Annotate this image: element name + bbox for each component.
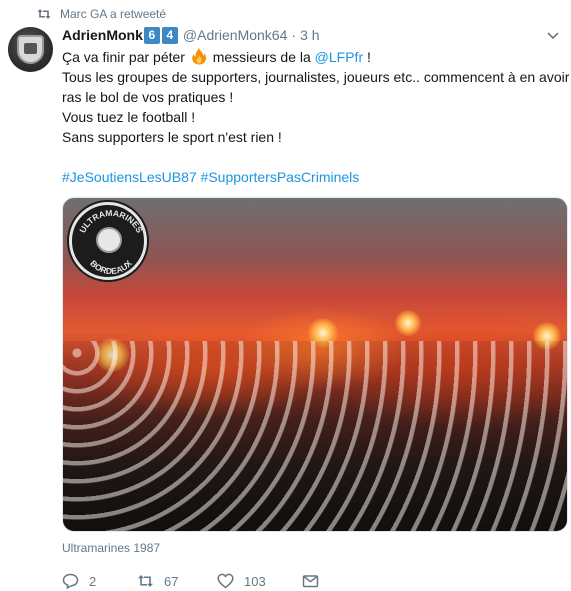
display-name[interactable]: AdrienMonk — [62, 27, 143, 43]
retweet-icon — [138, 575, 153, 587]
tweet-media-image[interactable]: ULTRAMARINES BORDEAUX — [62, 197, 568, 532]
tweet-line: Sans supporters le sport n'est rien ! — [62, 129, 282, 145]
direct-message-button[interactable] — [302, 573, 342, 589]
tweet-text-segment: ! — [363, 49, 371, 65]
crowd-area — [63, 341, 567, 531]
tweet-line: ras le bol de vos pratiques ! — [62, 89, 234, 105]
svg-text:BORDEAUX: BORDEAUX — [88, 258, 134, 276]
retweet-context-text[interactable]: Marc GA a retweeté — [60, 7, 166, 21]
ultramarines-logo: ULTRAMARINES BORDEAUX — [69, 202, 147, 280]
keycap-digit-badge: 6 — [143, 26, 160, 44]
tweet-text: Ça va finir par péter messieurs de la @L… — [62, 47, 570, 187]
tweet-line: Tous les groupes de supporters, journali… — [62, 69, 570, 85]
tweet-line: Ça va finir par péter messieurs de la @L… — [62, 47, 562, 67]
tweet-actions: 2 67 103 — [62, 572, 342, 590]
reply-count: 2 — [89, 573, 97, 589]
tweet-timestamp[interactable]: 3 h — [300, 27, 319, 43]
heart-icon — [217, 573, 234, 589]
avatar-crest — [17, 35, 44, 64]
keycap-digit-badge: 4 — [161, 26, 178, 44]
envelope-icon — [302, 575, 319, 588]
retweet-context: Marc GA a retweeté — [37, 5, 166, 23]
tweet-text-segment: messieurs de la — [208, 49, 315, 65]
flare-light — [395, 310, 421, 336]
mention-link[interactable]: @LFPfr — [315, 49, 363, 65]
retweet-icon — [37, 9, 51, 19]
tweet-line: Vous tuez le football ! — [62, 109, 196, 125]
avatar[interactable] — [8, 27, 53, 72]
like-button[interactable]: 103 — [217, 573, 302, 589]
hashtag-link[interactable]: #JeSoutiensLesUB87 — [62, 169, 197, 185]
tweet-text-segment: Ça va finir par péter — [62, 49, 189, 65]
reply-icon — [62, 573, 79, 589]
chevron-down-icon[interactable] — [547, 30, 559, 42]
fire-icon — [192, 48, 206, 65]
tweet-header: AdrienMonk 6 4 @AdrienMonk64 · 3 h — [62, 25, 541, 45]
tweet-hashtags: #JeSoutiensLesUB87 #SupportersPasCrimine… — [62, 167, 562, 187]
media-caption[interactable]: Ultramarines 1987 — [62, 541, 160, 555]
reply-button[interactable]: 2 — [62, 573, 137, 589]
like-count: 103 — [244, 573, 266, 589]
hashtag-link[interactable]: #SupportersPasCriminels — [201, 169, 360, 185]
retweet-count: 67 — [164, 573, 179, 589]
user-handle[interactable]: @AdrienMonk64 — [183, 27, 288, 43]
football-emblem — [96, 227, 122, 253]
header-separator: · — [291, 27, 297, 43]
logo-bottom-text: BORDEAUX — [88, 258, 134, 276]
retweet-button[interactable]: 67 — [137, 573, 217, 589]
